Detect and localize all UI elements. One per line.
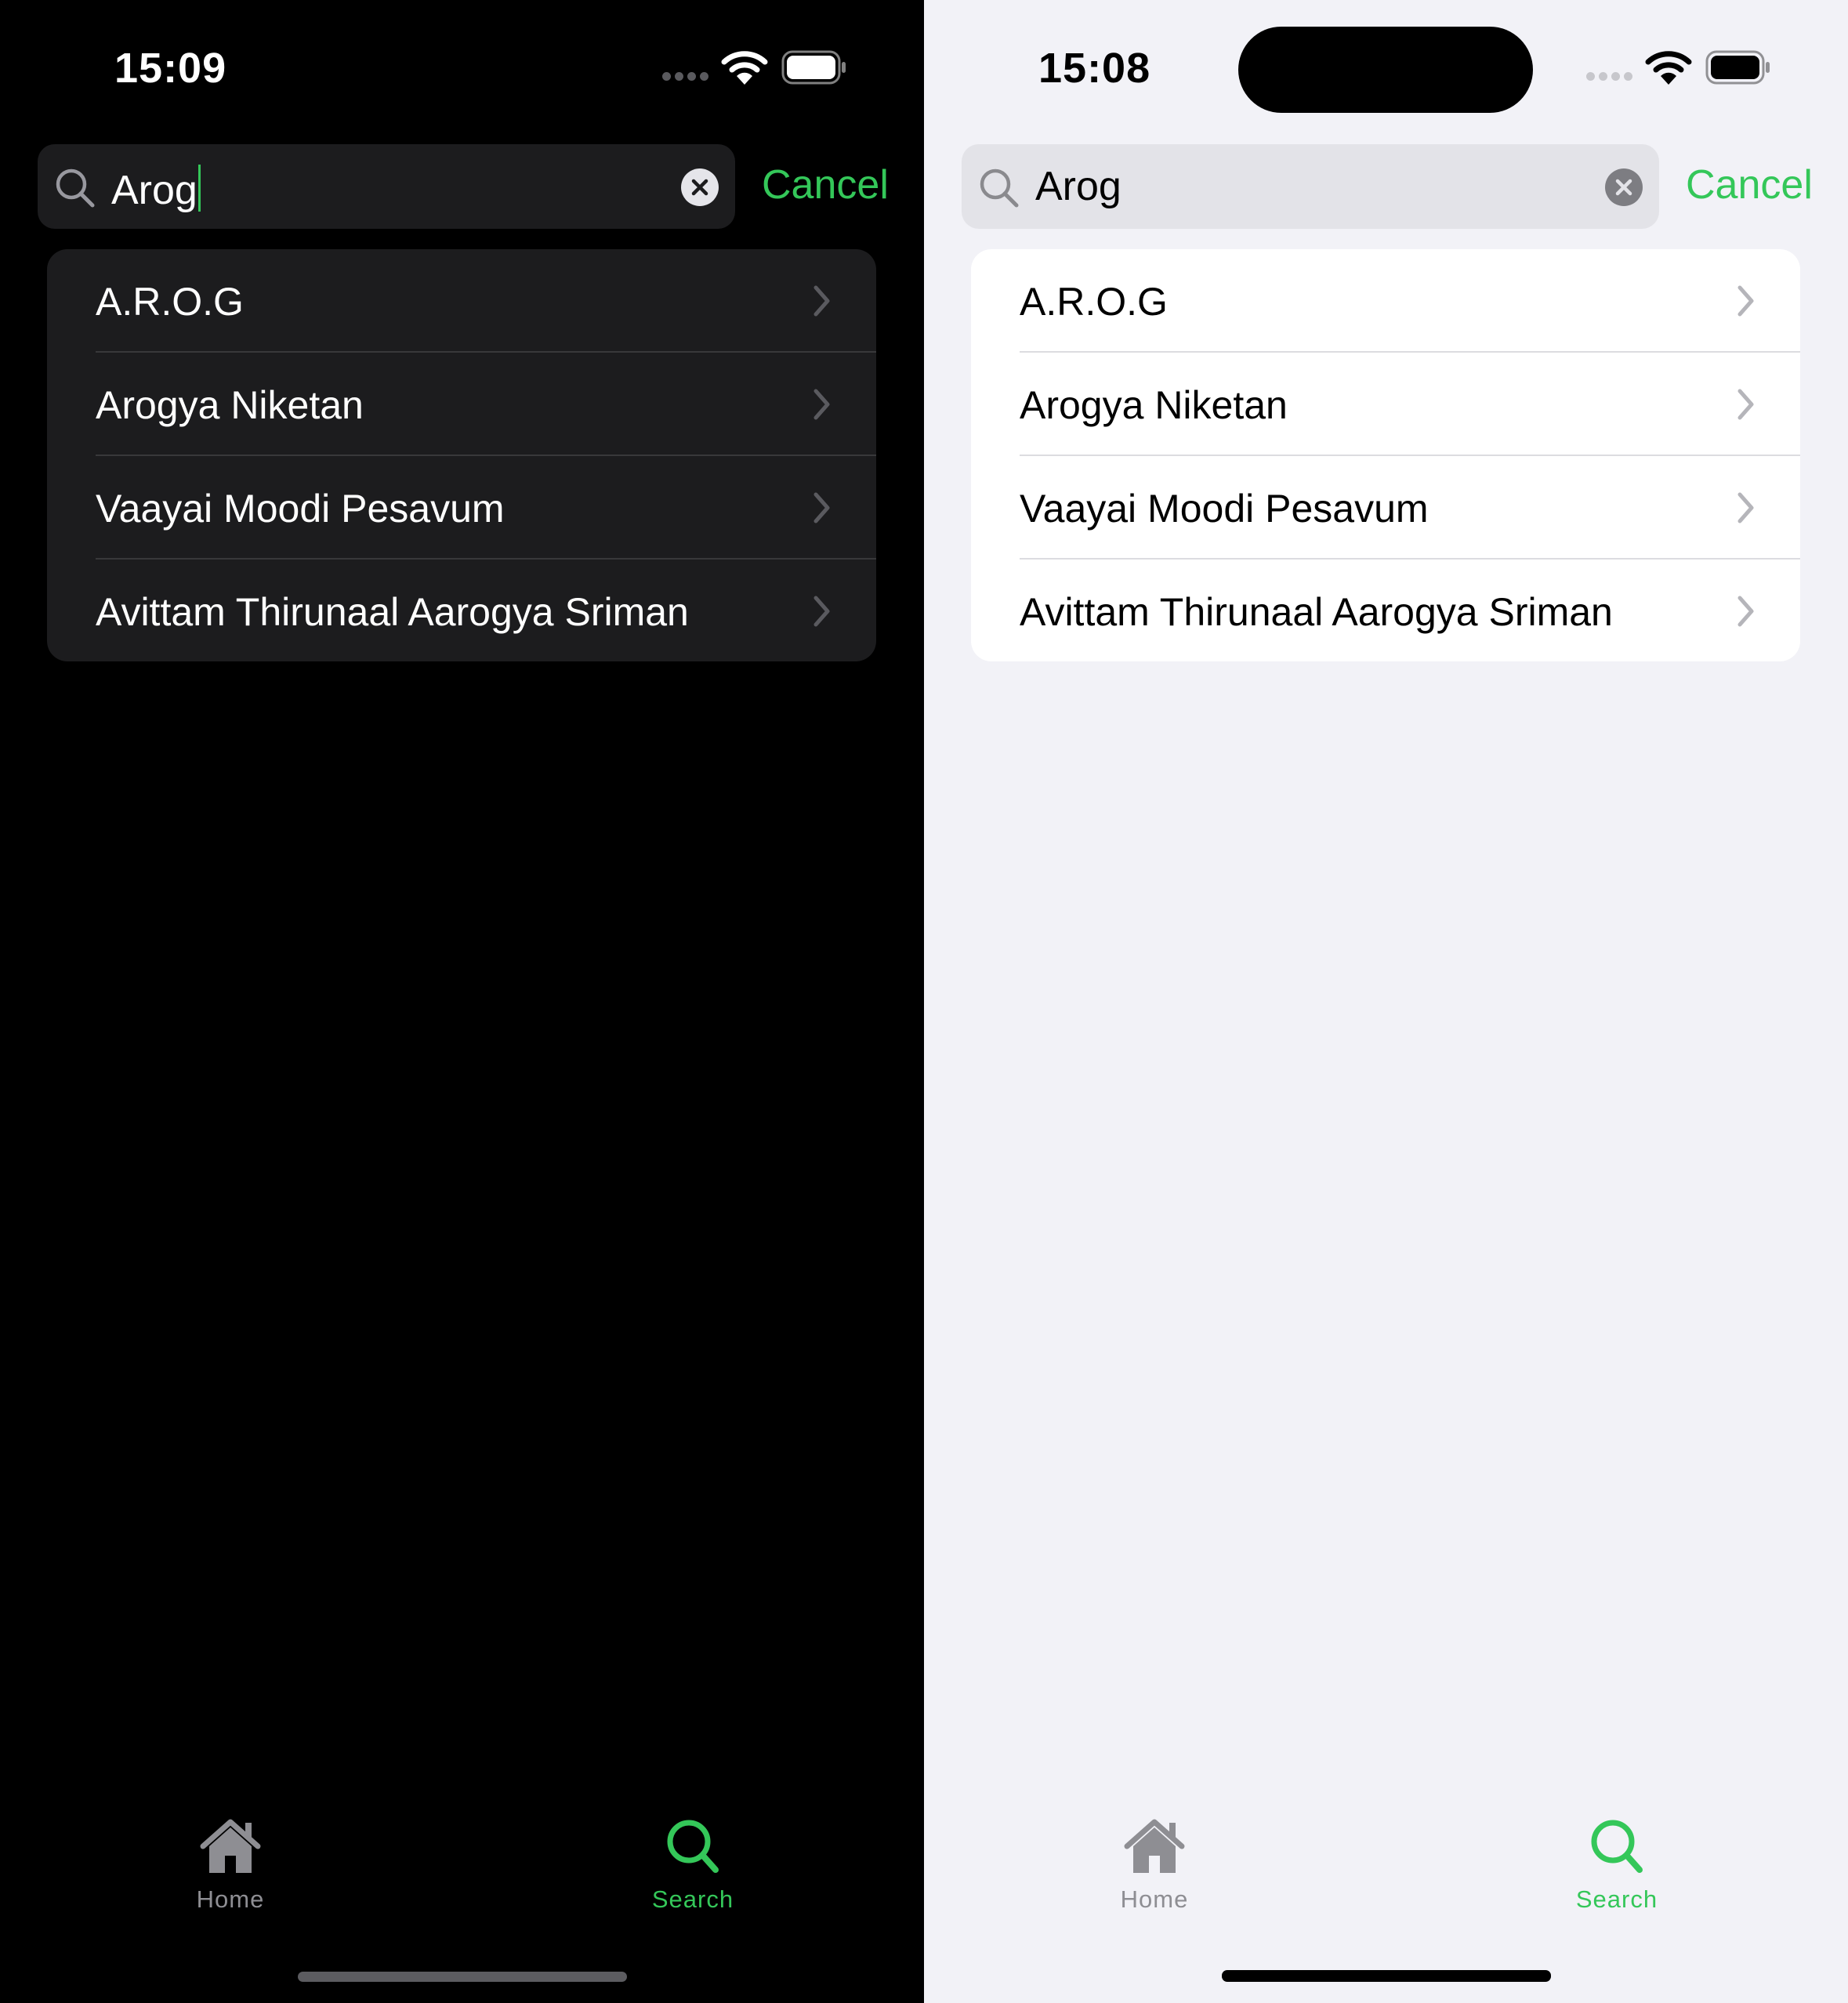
result-row[interactable]: Arogya Niketan [971, 353, 1800, 456]
chevron-right-icon [1737, 285, 1754, 317]
result-title: Arogya Niketan [1020, 383, 1288, 427]
clear-text-icon[interactable] [680, 168, 719, 207]
cancel-button[interactable]: Cancel [1686, 161, 1813, 208]
chevron-right-icon [813, 389, 830, 420]
result-row[interactable]: A.R.O.G [971, 249, 1800, 353]
search-input-text: Arog [111, 168, 197, 213]
result-title: A.R.O.G [1020, 280, 1168, 324]
wifi-icon [721, 51, 768, 85]
result-row[interactable]: Avittam Thirunaal Aarogya Sriman [971, 560, 1800, 661]
wifi-icon [1645, 51, 1692, 85]
chevron-right-icon [1737, 492, 1754, 523]
search-input-text: Arog [1035, 164, 1121, 209]
chevron-right-icon [1737, 389, 1754, 420]
tab-search-label: Search [1575, 1885, 1658, 1913]
search-icon [56, 168, 95, 208]
clear-text-icon[interactable] [1604, 168, 1643, 207]
chevron-right-icon [1737, 596, 1754, 627]
dynamic-island [1238, 27, 1533, 113]
search-input[interactable]: Arog [1035, 165, 1121, 208]
search-field[interactable]: Arog [962, 144, 1659, 229]
house-icon [1124, 1819, 1185, 1873]
cellular-signal-icon [662, 72, 709, 81]
chevron-right-icon [813, 285, 830, 317]
text-caret [197, 165, 201, 212]
dark-mode-screen: 15:09 Arog Cancel A.R.O.G Arogya Niketan… [0, 0, 924, 2003]
result-title: Avittam Thirunaal Aarogya Sriman [1020, 590, 1613, 634]
status-bar-time: 15:08 [1038, 45, 1151, 92]
search-input[interactable]: Arog [111, 165, 201, 212]
house-icon [200, 1819, 261, 1873]
search-icon [667, 1820, 719, 1873]
status-bar-time: 15:09 [114, 45, 227, 92]
tab-search-label: Search [651, 1885, 734, 1913]
result-row[interactable]: Vaayai Moodi Pesavum [971, 456, 1800, 560]
tab-home[interactable]: Home [152, 1816, 309, 1914]
tab-home-label: Home [196, 1885, 265, 1913]
light-mode-screen: 15:08 Arog Cancel A.R.O.G Arogya Niketan… [924, 0, 1848, 2003]
result-title: Vaayai Moodi Pesavum [1020, 487, 1429, 531]
search-results-list: A.R.O.G Arogya Niketan Vaayai Moodi Pesa… [47, 249, 876, 661]
result-row[interactable]: Vaayai Moodi Pesavum [47, 456, 876, 560]
home-indicator[interactable] [1222, 1970, 1551, 1982]
search-field[interactable]: Arog [38, 144, 735, 229]
battery-icon [1705, 50, 1770, 85]
result-title: A.R.O.G [96, 280, 244, 324]
result-row[interactable]: Avittam Thirunaal Aarogya Sriman [47, 560, 876, 661]
search-icon [1591, 1820, 1643, 1873]
tab-home[interactable]: Home [1076, 1816, 1233, 1914]
result-row[interactable]: A.R.O.G [47, 249, 876, 353]
search-results-list: A.R.O.G Arogya Niketan Vaayai Moodi Pesa… [971, 249, 1800, 661]
result-title: Avittam Thirunaal Aarogya Sriman [96, 590, 689, 634]
chevron-right-icon [813, 492, 830, 523]
home-indicator[interactable] [298, 1972, 627, 1982]
result-title: Arogya Niketan [96, 383, 364, 427]
chevron-right-icon [813, 596, 830, 627]
tab-home-label: Home [1120, 1885, 1189, 1913]
cellular-signal-icon [1586, 72, 1633, 81]
tab-search[interactable]: Search [614, 1816, 771, 1914]
result-row[interactable]: Arogya Niketan [47, 353, 876, 456]
search-icon [980, 168, 1019, 208]
cancel-button[interactable]: Cancel [762, 161, 889, 208]
tab-search[interactable]: Search [1538, 1816, 1695, 1914]
battery-icon [781, 50, 846, 85]
result-title: Vaayai Moodi Pesavum [96, 487, 505, 531]
